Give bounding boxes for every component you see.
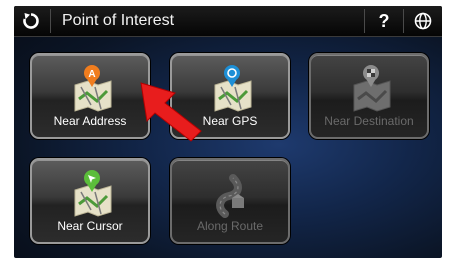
- route-icon: [216, 174, 244, 218]
- map-destination-pin-icon: [353, 65, 391, 112]
- screen: Point of Interest ? A Near Address Near …: [14, 6, 442, 258]
- tile-label: Along Route: [196, 219, 264, 233]
- near-cursor-tile[interactable]: Near Cursor: [30, 158, 150, 244]
- question-mark-icon: ?: [378, 10, 390, 31]
- page-title: Point of Interest: [62, 12, 175, 29]
- svg-text:A: A: [88, 69, 95, 80]
- near-address-tile[interactable]: A Near Address: [30, 53, 150, 139]
- tile-label: Near Cursor: [57, 219, 123, 233]
- back-icon: [23, 13, 39, 29]
- language-button[interactable]: [404, 6, 442, 36]
- pointer-arrow-icon: [140, 82, 202, 142]
- help-button[interactable]: ?: [365, 6, 403, 36]
- back-button[interactable]: [14, 6, 48, 36]
- map-cursor-pin-icon: [74, 170, 112, 217]
- along-route-tile: Along Route: [170, 158, 290, 244]
- map-gps-pin-icon: [214, 65, 252, 112]
- tile-label: Near Destination: [324, 114, 414, 128]
- top-bar: Point of Interest ?: [14, 6, 442, 37]
- separator: [50, 9, 51, 33]
- near-destination-tile: Near Destination: [309, 53, 429, 139]
- tile-label: Near Address: [53, 114, 127, 128]
- globe-icon: [414, 12, 432, 30]
- map-address-pin-icon: A: [74, 65, 112, 112]
